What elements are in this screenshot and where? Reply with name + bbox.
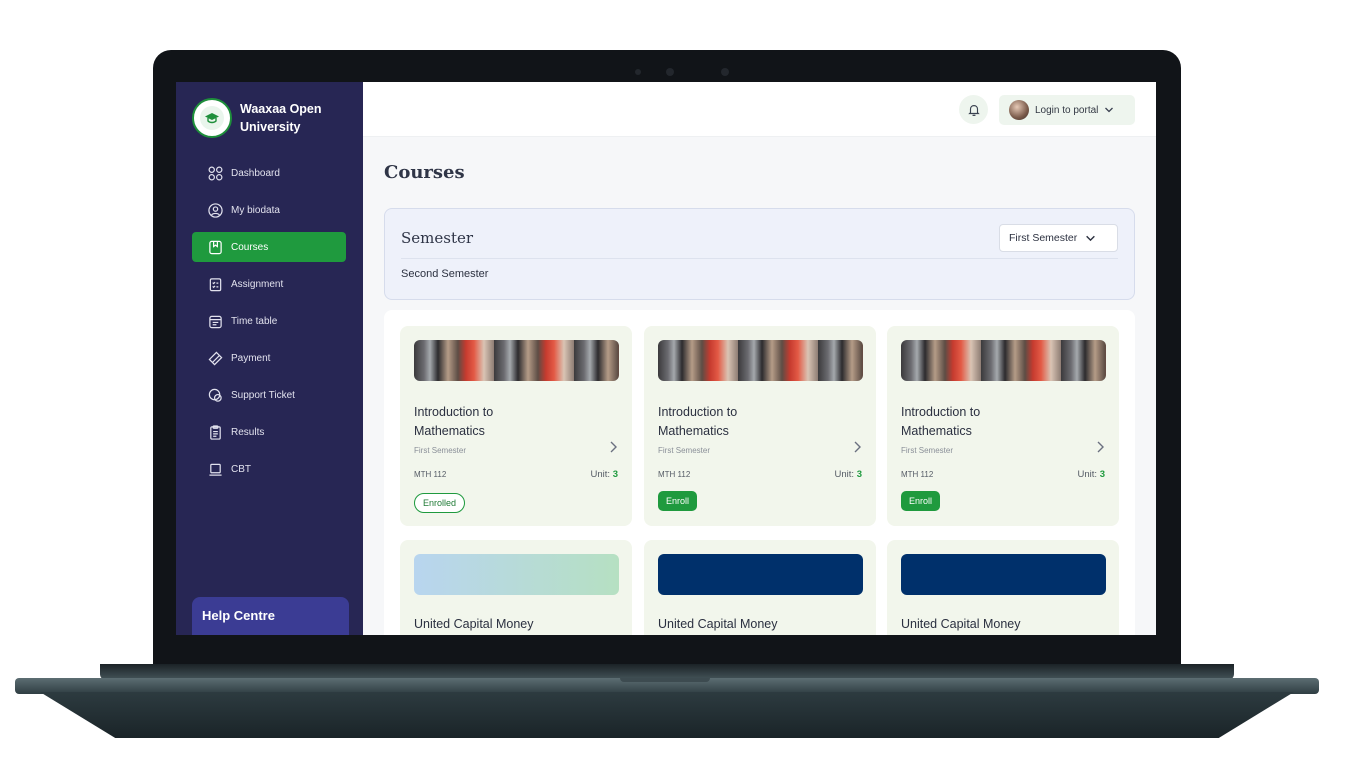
unit-label: Unit: (590, 469, 611, 480)
unit-label: Unit: (1077, 469, 1098, 480)
course-title: Introduction to Mathematics (658, 405, 738, 438)
graduation-cap-icon (200, 106, 224, 130)
course-title: Introduction to Mathematics (414, 405, 494, 438)
login-label: Login to portal (1035, 104, 1099, 116)
sidebar-item-dashboard[interactable]: Dashboard (192, 158, 346, 188)
grid-icon (208, 166, 223, 180)
sidebar-item-label: Dashboard (231, 167, 280, 179)
laptop-base-bottom (40, 692, 1294, 738)
user-circle-icon (208, 202, 223, 218)
unit-value: 3 (612, 469, 618, 480)
semester-select[interactable]: First Semester (999, 224, 1118, 252)
semester-title: Semester (401, 229, 474, 247)
semester-option-second[interactable]: Second Semester (401, 268, 488, 280)
course-code: MTH 112 (901, 470, 934, 479)
course-card[interactable]: United Capital Money (887, 540, 1119, 635)
sidebar-nav: Dashboard My biodata Courses Assignment … (192, 158, 346, 491)
course-unit: Unit: 3 (591, 469, 618, 480)
unit-label: Unit: (834, 469, 855, 480)
course-unit: Unit: 3 (1078, 469, 1105, 480)
course-card[interactable]: Introduction to Mathematics First Semest… (644, 326, 876, 526)
course-image (901, 340, 1106, 381)
sidebar-item-label: CBT (231, 463, 251, 475)
course-card[interactable]: United Capital Money (400, 540, 632, 635)
unit-value: 3 (1099, 469, 1105, 480)
course-title: Introduction to Mathematics (901, 405, 981, 438)
university-logo (192, 98, 232, 138)
laptop-notch (620, 678, 710, 682)
chevron-down-icon (1086, 235, 1096, 241)
avatar (1009, 100, 1029, 120)
help-centre-card[interactable]: Help Centre (192, 597, 349, 635)
course-semester: First Semester (901, 446, 954, 455)
course-code: MTH 112 (414, 470, 447, 479)
sidebar-item-label: Assignment (231, 278, 284, 290)
course-semester: First Semester (414, 446, 467, 455)
semester-selected-value: First Semester (1009, 232, 1078, 244)
brand[interactable]: Waaxaa Open University (192, 98, 330, 138)
book-icon (209, 240, 222, 254)
calendar-icon (209, 315, 222, 328)
sidebar-item-label: Support Ticket (231, 389, 295, 401)
unit-value: 3 (856, 469, 862, 480)
course-semester: First Semester (658, 446, 711, 455)
login-portal-dropdown[interactable]: Login to portal (999, 95, 1135, 125)
course-unit: Unit: 3 (835, 469, 862, 480)
page-title: Courses (384, 162, 465, 183)
course-title: United Capital Money (414, 617, 534, 631)
topbar: Login to portal (363, 82, 1156, 137)
camera-sensor-icon (635, 69, 641, 75)
course-image (658, 340, 863, 381)
course-code: MTH 112 (658, 470, 691, 479)
sidebar-item-courses[interactable]: Courses (192, 232, 346, 262)
course-image (414, 340, 619, 381)
sidebar-item-my-biodata[interactable]: My biodata (192, 195, 346, 225)
course-grid: Introduction to Mathematics First Semest… (384, 310, 1135, 635)
sidebar-item-time-table[interactable]: Time table (192, 306, 346, 336)
course-image (658, 554, 863, 595)
chevron-down-icon (1105, 107, 1114, 113)
course-card[interactable]: Introduction to Mathematics First Semest… (400, 326, 632, 526)
course-card[interactable]: Introduction to Mathematics First Semest… (887, 326, 1119, 526)
chevron-right-icon[interactable] (852, 440, 862, 454)
brand-name: Waaxaa Open University (240, 102, 322, 134)
camera-icon (666, 68, 674, 76)
chat-icon (208, 388, 222, 402)
camera-light-icon (721, 68, 729, 76)
sidebar-item-payment[interactable]: Payment (192, 343, 346, 373)
course-card[interactable]: United Capital Money (644, 540, 876, 635)
enroll-button[interactable]: Enroll (658, 491, 698, 511)
course-image (414, 554, 619, 595)
sidebar-item-label: Payment (231, 352, 271, 364)
help-centre-title: Help Centre (202, 608, 275, 623)
enroll-button[interactable]: Enroll (901, 491, 941, 511)
app-screen: Waaxaa Open University Dashboard My biod… (176, 82, 1156, 635)
sidebar-item-results[interactable]: Results (192, 417, 346, 447)
sidebar-item-support-ticket[interactable]: Support Ticket (192, 380, 346, 410)
sidebar-item-label: My biodata (231, 204, 280, 216)
document-icon (210, 424, 221, 440)
divider (401, 258, 1118, 259)
sidebar: Waaxaa Open University Dashboard My biod… (176, 82, 363, 635)
enrolled-badge[interactable]: Enrolled (414, 493, 466, 513)
course-title: United Capital Money (658, 617, 778, 631)
notification-button[interactable] (959, 95, 988, 124)
chevron-right-icon[interactable] (608, 440, 618, 454)
semester-panel: Semester First Semester Second Semester (384, 208, 1135, 300)
sidebar-item-label: Results (231, 426, 265, 438)
bell-icon (967, 104, 980, 116)
sidebar-item-assignment[interactable]: Assignment (192, 269, 346, 299)
tag-icon (208, 351, 223, 365)
course-title: United Capital Money (901, 617, 1021, 631)
chevron-right-icon[interactable] (1095, 440, 1105, 454)
course-image (901, 554, 1106, 595)
sidebar-item-label: Time table (231, 315, 278, 327)
sidebar-item-label: Courses (231, 241, 269, 253)
laptop-icon (209, 463, 222, 476)
sidebar-item-cbt[interactable]: CBT (192, 454, 346, 484)
clipboard-icon (209, 277, 222, 291)
